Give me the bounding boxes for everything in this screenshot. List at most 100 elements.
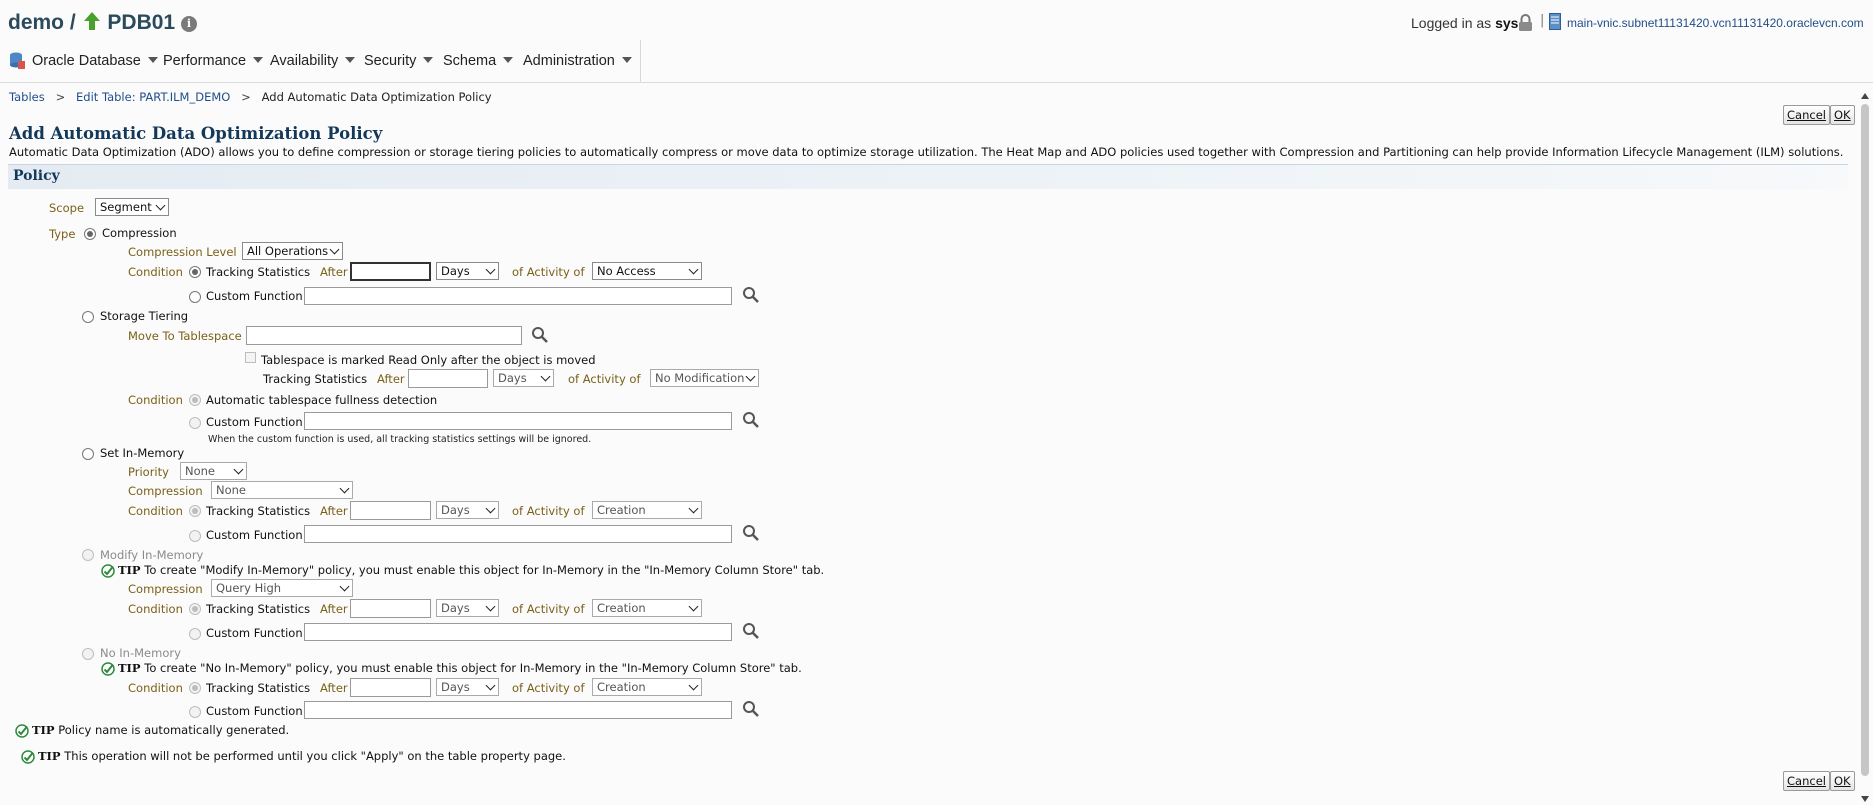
chevron-down-icon <box>345 57 356 63</box>
type-compression-label: Compression <box>102 226 177 240</box>
compression-days-select[interactable]: Days <box>436 262 499 280</box>
inmemory-custom-radio[interactable] <box>189 530 201 542</box>
tiering-after-input[interactable] <box>408 369 488 388</box>
search-icon[interactable] <box>742 622 760 640</box>
scrollbar-thumb[interactable] <box>1861 104 1869 776</box>
condition-label: Condition <box>128 602 183 616</box>
modify-tracking-radio[interactable] <box>189 603 201 615</box>
menu-security[interactable]: Security <box>364 53 434 69</box>
inmemory-compression-select[interactable]: None <box>211 481 353 499</box>
info-icon[interactable]: i <box>180 16 197 32</box>
breadcrumb-edit-table[interactable]: Edit Table: PART.ILM_DEMO <box>76 90 230 104</box>
custom-function-label: Custom Function <box>206 289 303 303</box>
modify-compression-select[interactable]: Query High <box>211 579 353 597</box>
move-to-tablespace-input[interactable] <box>246 326 522 345</box>
custom-function-label: Custom Function <box>206 626 303 640</box>
menu-administration[interactable]: Administration <box>523 53 632 69</box>
tiering-fullness-radio[interactable] <box>189 394 201 406</box>
condition-label: Condition <box>128 265 183 279</box>
inmemory-activity-select[interactable]: Creation <box>592 501 702 519</box>
type-modify-inmemory-radio[interactable] <box>82 549 94 561</box>
cancel-button-bottom[interactable]: Cancel <box>1783 771 1830 791</box>
compression-activity-select[interactable]: No Access <box>592 262 702 280</box>
tip-policy-name: TIP Policy name is automatically generat… <box>32 723 290 737</box>
type-no-inmemory-radio[interactable] <box>82 648 94 660</box>
search-icon[interactable] <box>742 700 760 718</box>
menu-schema[interactable]: Schema <box>443 53 514 69</box>
scroll-down-arrow-icon[interactable] <box>1860 795 1870 803</box>
host-link[interactable]: main-vnic.subnet11131420.vcn11131420.ora… <box>1567 16 1864 30</box>
search-icon[interactable] <box>742 411 760 429</box>
compression-tracking-radio[interactable] <box>189 266 201 278</box>
no-inmemory-custom-radio[interactable] <box>189 706 201 718</box>
tip-check-icon <box>101 662 115 676</box>
compression-label: Compression <box>128 582 203 596</box>
tracking-statistics-label: Tracking Statistics <box>206 265 311 279</box>
no-inmemory-label: No In-Memory <box>100 646 181 660</box>
cancel-button-top[interactable]: Cancel <box>1783 105 1830 125</box>
no-inmemory-days-select[interactable]: Days <box>436 678 499 696</box>
tiering-activity-select[interactable]: No Modification <box>650 369 759 387</box>
modify-days-select[interactable]: Days <box>436 599 499 617</box>
scope-label: Scope <box>49 201 85 215</box>
readonly-checkbox-label: Tablespace is marked Read Only after the… <box>261 353 596 367</box>
inmemory-tracking-radio[interactable] <box>189 505 201 517</box>
condition-label: Condition <box>128 504 183 518</box>
compression-custom-radio[interactable] <box>189 291 201 303</box>
modify-custom-input[interactable] <box>304 623 732 641</box>
modify-activity-select[interactable]: Creation <box>592 599 702 617</box>
scroll-up-arrow-icon[interactable] <box>1860 92 1870 100</box>
tiering-custom-input[interactable] <box>304 412 732 430</box>
db-name[interactable]: demo <box>8 11 64 34</box>
type-set-inmemory-radio[interactable] <box>82 448 94 460</box>
inmemory-custom-input[interactable] <box>304 525 732 543</box>
chevron-down-icon <box>147 57 158 63</box>
chevron-down-icon <box>423 57 434 63</box>
tiering-days-select[interactable]: Days <box>493 369 554 387</box>
search-icon[interactable] <box>531 326 549 344</box>
auto-fullness-label: Automatic tablespace fullness detection <box>206 393 438 407</box>
storage-tiering-label: Storage Tiering <box>100 309 189 323</box>
breadcrumb-separator: > <box>55 90 66 104</box>
tiering-custom-radio[interactable] <box>189 417 201 429</box>
no-inmemory-activity-select[interactable]: Creation <box>592 678 702 696</box>
after-label: After <box>320 681 348 695</box>
menu-availability[interactable]: Availability <box>270 53 356 69</box>
no-inmemory-tracking-radio[interactable] <box>189 682 201 694</box>
custom-function-label: Custom Function <box>206 528 303 542</box>
priority-select[interactable]: None <box>180 462 247 480</box>
of-activity-label: of Activity of <box>568 372 641 386</box>
ok-button-bottom[interactable]: OK <box>1830 771 1855 791</box>
modify-after-input[interactable] <box>350 599 431 618</box>
modify-custom-radio[interactable] <box>189 628 201 640</box>
after-label: After <box>320 602 348 616</box>
search-icon[interactable] <box>742 524 760 542</box>
no-inmemory-custom-input[interactable] <box>304 701 732 719</box>
breadcrumb-tables[interactable]: Tables <box>9 90 45 104</box>
ok-button-top[interactable]: OK <box>1830 105 1855 125</box>
readonly-checkbox[interactable] <box>245 352 256 363</box>
type-storage-tiering-radio[interactable] <box>82 311 94 323</box>
after-label: After <box>377 372 405 386</box>
inmemory-after-input[interactable] <box>350 501 431 520</box>
page-description: Automatic Data Optimization (ADO) allows… <box>9 145 1844 159</box>
database-icon <box>10 52 25 69</box>
chevron-down-icon <box>621 57 632 63</box>
tip-apply: TIP This operation will not be performed… <box>38 749 566 763</box>
compression-after-input[interactable] <box>350 262 431 281</box>
breadcrumb: Tables > Edit Table: PART.ILM_DEMO > Add… <box>9 90 492 104</box>
compression-level-select[interactable]: All Operations <box>242 242 343 260</box>
tip-modify-inmemory: TIP To create "Modify In-Memory" policy,… <box>118 563 825 577</box>
type-compression-radio[interactable] <box>84 228 96 240</box>
of-activity-label: of Activity of <box>512 504 585 518</box>
no-inmemory-after-input[interactable] <box>350 678 431 697</box>
scope-select[interactable]: Segment <box>95 198 169 216</box>
breadcrumb-current: Add Automatic Data Optimization Policy <box>261 90 492 104</box>
inmemory-days-select[interactable]: Days <box>436 501 499 519</box>
compression-custom-input[interactable] <box>304 287 732 305</box>
menu-oracle-database[interactable]: Oracle Database <box>32 53 158 69</box>
search-icon[interactable] <box>742 286 760 304</box>
of-activity-label: of Activity of <box>512 602 585 616</box>
type-label: Type <box>49 227 76 241</box>
menu-performance[interactable]: Performance <box>163 53 264 69</box>
